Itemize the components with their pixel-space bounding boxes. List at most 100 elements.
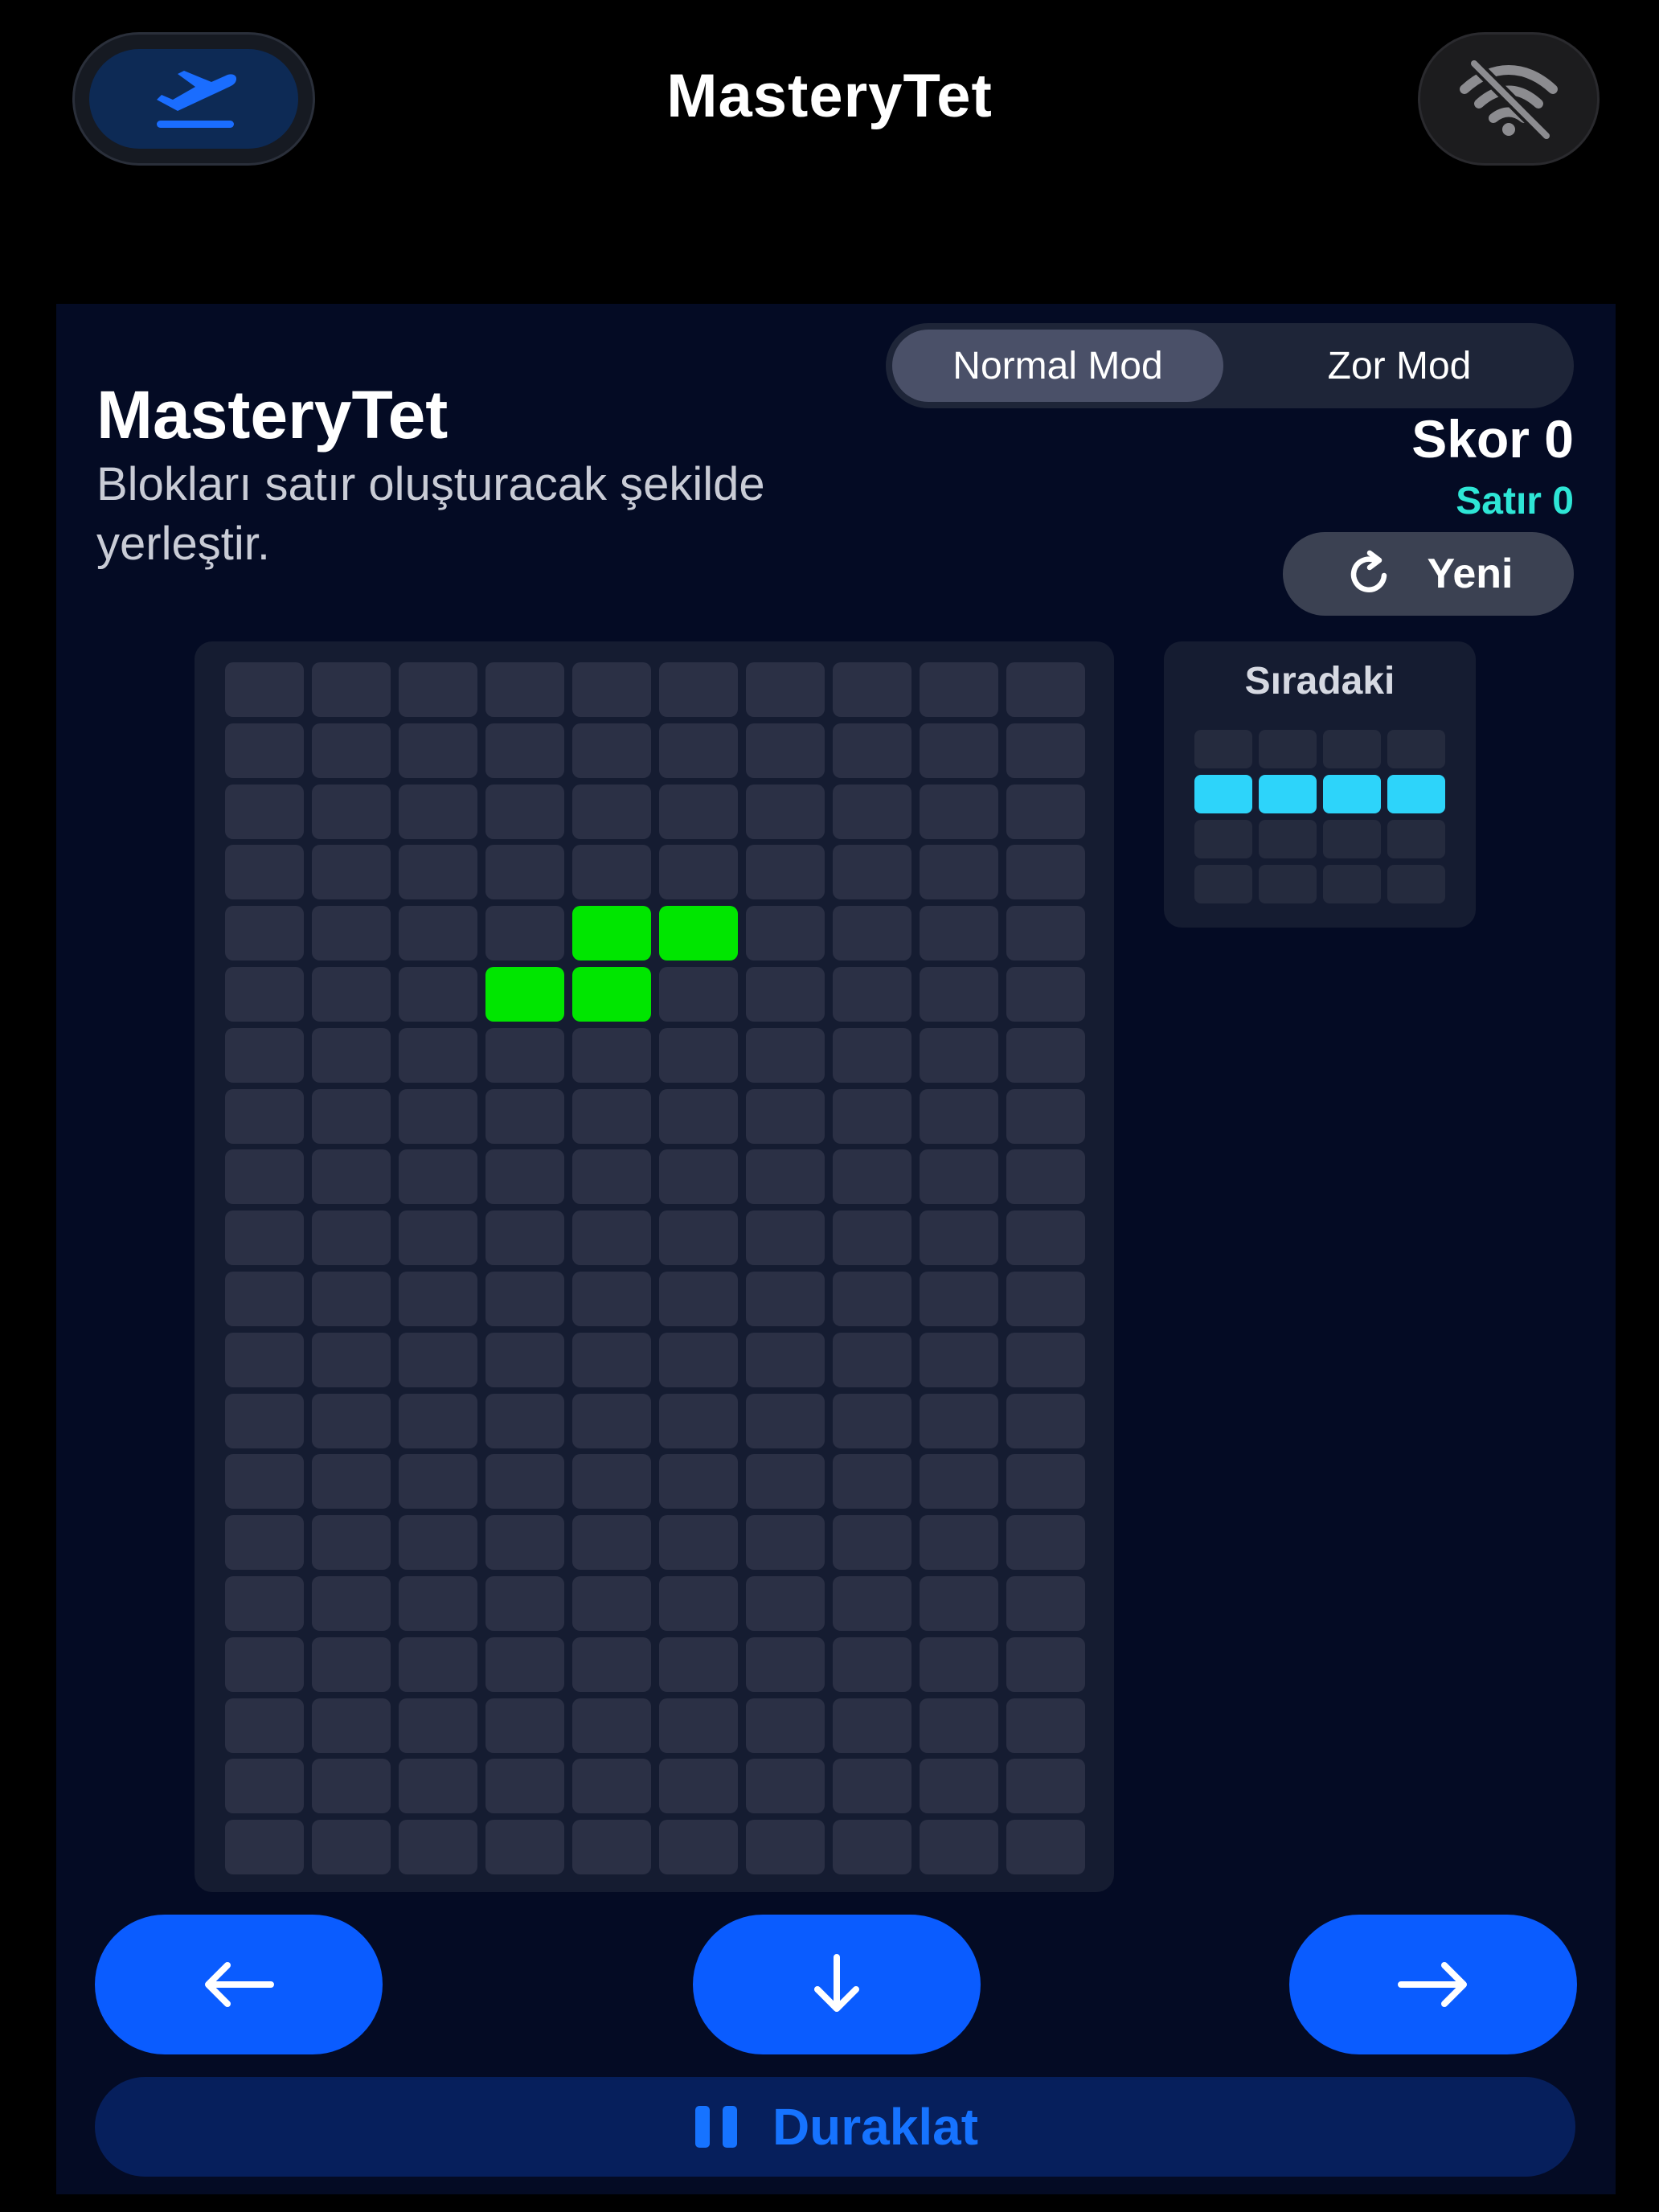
board-cell [659, 1393, 738, 1448]
board-cell [659, 1759, 738, 1814]
move-left-button[interactable] [95, 1915, 383, 2054]
board-cell [485, 1820, 564, 1875]
next-piece-cell [1323, 820, 1381, 858]
board-cell [1006, 1515, 1085, 1571]
wifi-button[interactable] [1418, 32, 1600, 166]
next-piece-cell [1323, 865, 1381, 903]
board-cell [659, 662, 738, 717]
board-cell [920, 1210, 998, 1266]
board-cell [399, 1636, 477, 1692]
board-cell [399, 784, 477, 839]
next-piece-cell [1323, 730, 1381, 768]
board-cell [399, 1088, 477, 1144]
board-cell [1006, 1088, 1085, 1144]
board-cell [399, 966, 477, 1022]
board-cell [225, 1149, 304, 1205]
board-cell [485, 1210, 564, 1266]
game-board[interactable] [195, 641, 1114, 1892]
board-grid [225, 662, 1085, 1875]
board-cell [833, 1271, 911, 1326]
next-piece-cell [1194, 865, 1252, 903]
board-cell [225, 1636, 304, 1692]
board-cell [225, 1575, 304, 1631]
board-cell [833, 1575, 911, 1631]
score-label: Skor 0 [1411, 409, 1574, 469]
board-cell [833, 1454, 911, 1509]
board-cell [746, 1088, 825, 1144]
board-cell [920, 1271, 998, 1326]
wifi-off-icon [1460, 59, 1558, 139]
board-cell [312, 784, 391, 839]
board-cell [1006, 1393, 1085, 1448]
board-cell [659, 1210, 738, 1266]
board-cell [485, 1393, 564, 1448]
board-cell [312, 1027, 391, 1083]
board-cell [225, 1759, 304, 1814]
board-cell [920, 1332, 998, 1387]
board-cell [485, 1027, 564, 1083]
board-cell [485, 662, 564, 717]
board-cell [659, 1515, 738, 1571]
next-piece-cell-filled [1259, 775, 1317, 813]
board-cell [920, 784, 998, 839]
board-cell [485, 1515, 564, 1571]
board-cell [485, 1088, 564, 1144]
board-cell [399, 1698, 477, 1753]
board-cell-filled [659, 906, 738, 961]
board-cell [920, 723, 998, 778]
board-cell [920, 662, 998, 717]
board-cell [920, 1636, 998, 1692]
next-piece-label: Sıradaki [1244, 660, 1395, 703]
board-cell [833, 1332, 911, 1387]
board-cell [485, 1332, 564, 1387]
board-cell [572, 1759, 651, 1814]
move-right-button[interactable] [1289, 1915, 1577, 2054]
board-cell [225, 1088, 304, 1144]
board-cell [1006, 1149, 1085, 1205]
board-cell [399, 1454, 477, 1509]
board-cell [485, 784, 564, 839]
move-down-button[interactable] [693, 1915, 981, 2054]
board-cell [225, 1393, 304, 1448]
board-cell [225, 1027, 304, 1083]
board-cell [833, 662, 911, 717]
pause-label: Duraklat [772, 2098, 979, 2156]
board-cell [485, 1271, 564, 1326]
hard-mode-option[interactable]: Zor Mod [1231, 330, 1567, 402]
board-cell [572, 1698, 651, 1753]
board-cell [1006, 1027, 1085, 1083]
board-cell [312, 906, 391, 961]
board-cell [312, 1271, 391, 1326]
board-cell [920, 1088, 998, 1144]
new-game-button[interactable]: Yeni [1283, 532, 1574, 616]
board-cell [225, 1515, 304, 1571]
board-cell [833, 1393, 911, 1448]
board-cell [920, 906, 998, 961]
board-cell [572, 662, 651, 717]
board-cell [833, 845, 911, 900]
board-cell [572, 1271, 651, 1326]
normal-mode-option[interactable]: Normal Mod [892, 330, 1223, 402]
board-cell [746, 1575, 825, 1631]
board-cell [833, 1088, 911, 1144]
board-cell [1006, 1575, 1085, 1631]
board-cell [225, 1454, 304, 1509]
board-cell [572, 1636, 651, 1692]
board-cell [225, 845, 304, 900]
next-piece-cell [1387, 730, 1445, 768]
board-cell [1006, 784, 1085, 839]
next-piece-cell-filled [1387, 775, 1445, 813]
pause-button[interactable]: Duraklat [95, 2077, 1575, 2177]
board-cell [312, 1515, 391, 1571]
board-cell [746, 1210, 825, 1266]
board-cell [312, 1698, 391, 1753]
board-cell [225, 1820, 304, 1875]
board-cell [572, 1393, 651, 1448]
board-cell [1006, 1759, 1085, 1814]
board-cell [225, 1210, 304, 1266]
board-cell [1006, 1636, 1085, 1692]
board-cell [833, 1515, 911, 1571]
board-cell [312, 1454, 391, 1509]
board-cell [1006, 1454, 1085, 1509]
board-cell [399, 723, 477, 778]
